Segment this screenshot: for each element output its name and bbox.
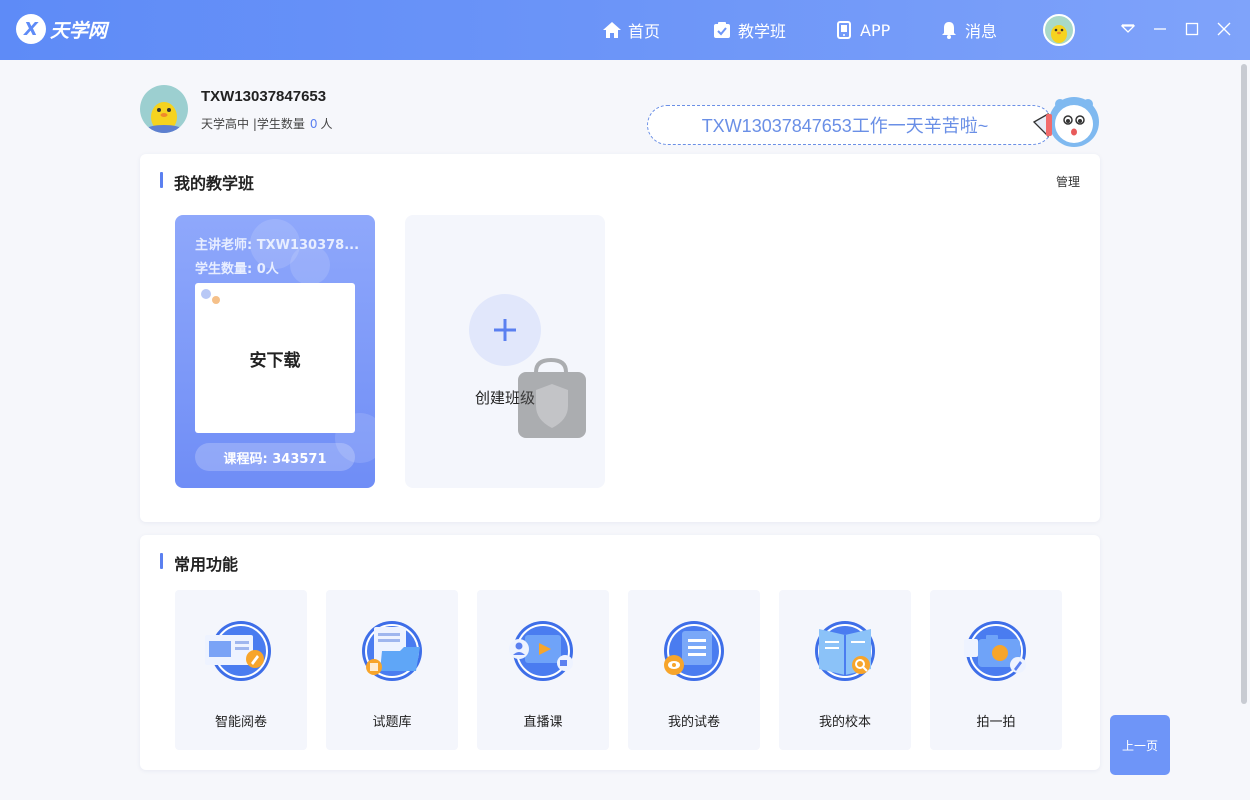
logo-icon: X [16,14,46,44]
panel-title-functions: 常用功能 [160,551,238,575]
func-question-bank[interactable]: 试题库 [326,590,458,750]
title-bar: X 天学网 首页 教学班 APP 消息 [0,0,1250,60]
class-teacher: 主讲老师: TXW130378... [195,238,360,253]
func-label: 智能阅卷 [214,715,267,730]
school-book-icon [809,615,881,687]
profile-avatar[interactable] [140,85,188,133]
mascot-icon [1030,92,1102,154]
prev-page-button[interactable]: 上一页 [1110,715,1170,775]
scrollbar[interactable] [1241,64,1247,704]
students-label: 学生数量 [256,117,305,131]
func-snap-photo[interactable]: 拍一拍 [930,590,1062,750]
my-papers-icon [658,615,730,687]
question-bank-icon [356,615,428,687]
func-school-book[interactable]: 我的校本 [779,590,911,750]
func-label: 试题库 [372,715,412,730]
class-students: 学生数量: 0人 [195,262,279,277]
panel-title-classes: 我的教学班 [160,170,254,194]
nav-home-label: 首页 [628,22,661,41]
course-code: 课程码: 343571 [195,443,355,471]
func-smart-grading[interactable]: 智能阅卷 [175,590,307,750]
nav-messages-label: 消息 [965,22,998,41]
grading-icon [205,615,277,687]
greeting-banner: TXW13037847653工作一天辛苦啦~ [647,105,1053,145]
home-icon [602,20,622,40]
func-live-class[interactable]: 直播课 [477,590,609,750]
func-label: 我的校本 [818,715,871,730]
manage-link[interactable]: 管理 [1056,173,1080,190]
func-my-papers[interactable]: 我的试卷 [628,590,760,750]
profile-name: TXW13037847653 [201,88,327,105]
func-label: 直播课 [523,715,563,730]
live-class-icon [507,615,579,687]
nav-app[interactable]: APP [834,0,890,60]
nav-class-label: 教学班 [738,22,787,41]
class-icon [712,20,732,40]
user-avatar[interactable] [1043,14,1075,46]
watermark-logo [516,357,736,440]
common-functions-panel: 常用功能 智能阅卷 试题库 直播课 我的试卷 我的校本 拍一拍 [140,535,1100,770]
students-unit: 人 [320,117,333,131]
close-icon[interactable] [1216,20,1232,38]
nav-teaching-class[interactable]: 教学班 [712,0,786,60]
class-card[interactable]: 主讲老师: TXW130378... 学生数量: 0人 安下载 课程码: 343… [175,215,375,488]
minimize-icon[interactable] [1152,20,1168,38]
dropdown-icon[interactable] [1120,20,1136,38]
profile-info: 天学高中 |学生数量 0 人 [201,115,333,132]
plus-icon [469,294,541,366]
logo-text: 天学网 [50,19,108,42]
class-thumbnail: 安下载 [195,283,355,433]
phone-icon [834,20,854,40]
class-thumbnail-text: 安下载 [249,350,301,371]
app-logo: X 天学网 [16,14,107,44]
camera-icon [960,615,1032,687]
maximize-icon[interactable] [1184,20,1200,38]
func-label: 拍一拍 [976,715,1016,730]
nav-home[interactable]: 首页 [602,0,660,60]
my-classes-panel: 我的教学班 管理 主讲老师: TXW130378... 学生数量: 0人 安下载… [140,154,1100,522]
school-name: 天学高中 [201,117,250,131]
func-label: 我的试卷 [667,715,720,730]
create-class-button[interactable]: 创建班级 [405,215,605,488]
students-count: 0 [309,117,318,131]
nav-app-label: APP [860,20,891,40]
bell-icon [939,20,959,40]
nav-messages[interactable]: 消息 [939,0,997,60]
